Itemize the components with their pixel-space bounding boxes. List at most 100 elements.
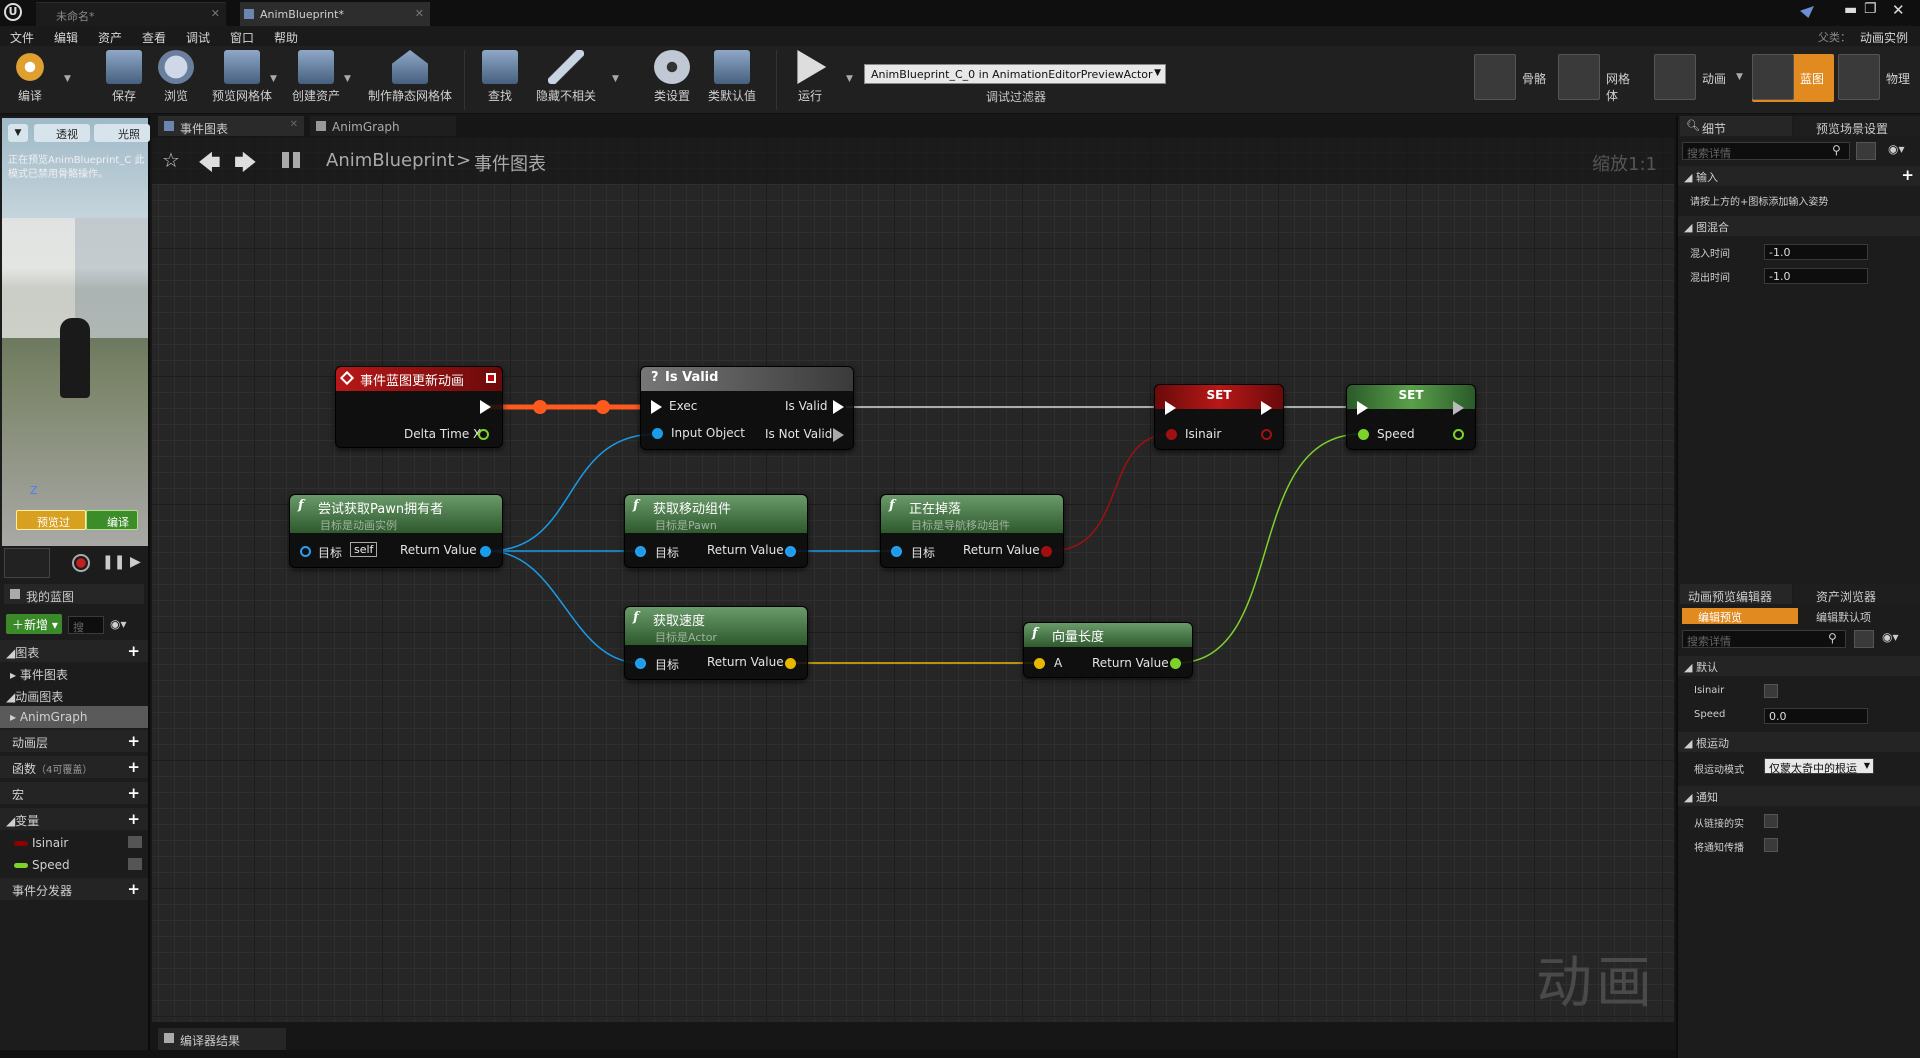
- mode-mesh[interactable]: 网格体: [1558, 54, 1640, 103]
- speed-in-pin[interactable]: [1358, 429, 1369, 440]
- mode-blueprint[interactable]: 蓝图: [1752, 54, 1834, 102]
- event-update-animation-node[interactable]: 事件蓝图更新动画 Delta Time X: [335, 366, 503, 448]
- isinair-out-pin[interactable]: [1261, 429, 1272, 440]
- return-value-pin[interactable]: [480, 546, 491, 557]
- find-button[interactable]: 查找: [470, 50, 530, 110]
- root-motion-mode-select[interactable]: 仅蒙太奇中的根运 ▼: [1764, 758, 1874, 775]
- viewport[interactable]: ▼ 透视 光照 正在预览AnimBlueprint_C 此模式已禁用骨骼操作。 …: [2, 118, 150, 546]
- section-notify[interactable]: ◢ 通知: [1678, 786, 1920, 806]
- eye-icon[interactable]: ◉▾: [110, 617, 127, 631]
- section-root-motion[interactable]: ◢ 根运动: [1678, 732, 1920, 752]
- eye-closed-icon[interactable]: [128, 858, 142, 870]
- asset-browser-tab[interactable]: 资产浏览器: [1794, 584, 1920, 604]
- compile-button[interactable]: 编译: [0, 50, 60, 110]
- set-speed-node[interactable]: SET Speed: [1346, 384, 1476, 450]
- play-button[interactable]: 运行: [780, 50, 840, 110]
- breadcrumb-root[interactable]: AnimBlueprint: [326, 150, 454, 171]
- get-movement-component-node[interactable]: f 获取移动组件 目标是Pawn 目标 Return Value: [624, 494, 808, 568]
- close-window-button[interactable]: ✕: [1892, 1, 1905, 19]
- exec-in-pin[interactable]: [651, 400, 662, 414]
- menu-window[interactable]: 窗口: [230, 29, 254, 46]
- preview-scene-settings-tab[interactable]: 预览场景设置: [1794, 116, 1920, 136]
- maximize-button[interactable]: ❐: [1864, 1, 1877, 17]
- eye-icon[interactable]: ◉▾: [1882, 630, 1899, 644]
- return-value-pin[interactable]: [1041, 546, 1052, 557]
- section-dispatchers[interactable]: 事件分发器 +: [0, 878, 148, 900]
- exec-out-pin[interactable]: [1261, 401, 1272, 415]
- isinair-checkbox[interactable]: [1764, 684, 1778, 698]
- section-default[interactable]: ◢ 默认: [1678, 656, 1920, 676]
- is-valid-out-pin[interactable]: [833, 400, 844, 414]
- return-value-pin[interactable]: [785, 658, 796, 669]
- edit-defaults-toggle[interactable]: 编辑默认项: [1800, 608, 1916, 624]
- make-static-mesh-button[interactable]: 制作静态网格体: [364, 50, 456, 110]
- variable-speed[interactable]: Speed: [0, 854, 148, 876]
- add-function-icon[interactable]: +: [127, 758, 140, 776]
- lit-button[interactable]: 光照: [94, 124, 150, 142]
- self-field[interactable]: self: [350, 542, 378, 557]
- section-anim-layers[interactable]: 动画层 +: [0, 730, 148, 752]
- list-view-icon[interactable]: [1854, 630, 1874, 648]
- mode-skeleton[interactable]: 骨骼: [1474, 54, 1554, 102]
- preview-button[interactable]: 预览过: [16, 510, 86, 530]
- is-not-valid-out-pin[interactable]: [833, 428, 844, 442]
- section-variables[interactable]: ◢变量 +: [0, 808, 148, 830]
- parent-class-value[interactable]: 动画实例: [1860, 29, 1908, 46]
- create-asset-button[interactable]: 创建资产: [286, 50, 346, 110]
- debug-object-select[interactable]: AnimBlueprint_C_0 in AnimationEditorPrev…: [864, 64, 1166, 84]
- class-settings-button[interactable]: 类设置: [642, 50, 702, 110]
- event-delegate-icon[interactable]: [486, 373, 496, 383]
- section-blend[interactable]: ◢ 图混合: [1678, 216, 1920, 236]
- graph-canvas[interactable]: [152, 138, 1674, 1022]
- pause-button[interactable]: ❚❚: [102, 554, 125, 570]
- variable-isinair[interactable]: Isinair: [0, 832, 148, 854]
- compile-small-button[interactable]: 编译: [86, 510, 138, 530]
- source-control-icon[interactable]: [1800, 6, 1814, 18]
- mode-physics[interactable]: 物理: [1838, 54, 1920, 102]
- exec-in-pin[interactable]: [1357, 401, 1368, 415]
- compiler-results-tab[interactable]: 编译器结果: [158, 1028, 286, 1050]
- add-dispatcher-icon[interactable]: +: [127, 880, 140, 898]
- set-isinair-node[interactable]: SET Isinair: [1154, 384, 1284, 450]
- chevron-down-icon[interactable]: ▼: [612, 74, 619, 84]
- back-arrow-icon[interactable]: 🡄: [198, 146, 221, 184]
- forward-arrow-icon[interactable]: 🡆: [234, 146, 257, 184]
- vector-length-node[interactable]: f 向量长度 A Return Value: [1023, 622, 1193, 678]
- notify-propagate-checkbox[interactable]: [1764, 838, 1778, 852]
- anim-preview-editor-tab[interactable]: 动画预览编辑器: [1680, 584, 1792, 604]
- menu-file[interactable]: 文件: [10, 29, 34, 46]
- minimize-button[interactable]: ▬: [1844, 2, 1857, 18]
- menu-debug[interactable]: 调试: [186, 29, 210, 46]
- chevron-down-icon[interactable]: ▼: [270, 74, 277, 84]
- my-blueprint-tab[interactable]: 我的蓝图: [4, 584, 144, 604]
- target-pin[interactable]: [635, 658, 646, 669]
- chevron-down-icon[interactable]: ▼: [64, 74, 71, 84]
- add-input-icon[interactable]: +: [1901, 166, 1914, 184]
- is-valid-node[interactable]: ? Is Valid Exec Is Valid Input Object Is …: [640, 366, 854, 450]
- graph-tab-anim-graph[interactable]: AnimGraph: [310, 116, 456, 136]
- try-get-pawn-owner-node[interactable]: f 尝试获取Pawn拥有者 目标是动画实例 目标 self Return Valu…: [289, 494, 503, 568]
- chevron-down-icon[interactable]: ▼: [1736, 72, 1743, 82]
- add-graph-icon[interactable]: +: [127, 642, 140, 660]
- chevron-down-icon[interactable]: ▼: [344, 74, 351, 84]
- menu-edit[interactable]: 编辑: [54, 29, 78, 46]
- is-falling-node[interactable]: f 正在掉落 目标是导航移动组件 目标 Return Value: [880, 494, 1064, 568]
- target-pin[interactable]: [635, 546, 646, 557]
- list-view-icon[interactable]: [1856, 142, 1876, 160]
- preview-search[interactable]: 搜索详情: [1682, 630, 1846, 648]
- section-inputs[interactable]: ◢ 输入 +: [1678, 166, 1920, 186]
- exec-in-pin[interactable]: [1165, 401, 1176, 415]
- section-graphs[interactable]: ◢图表 +: [0, 640, 148, 662]
- eye-icon[interactable]: ◉▾: [1888, 142, 1905, 156]
- add-variable-icon[interactable]: +: [127, 810, 140, 828]
- blend-out-field[interactable]: -1.0: [1764, 268, 1868, 284]
- input-object-pin[interactable]: [652, 428, 663, 439]
- close-icon[interactable]: ✕: [290, 119, 298, 130]
- tab-animblueprint[interactable]: AnimBlueprint* ✕: [240, 2, 430, 26]
- section-anim-graphs[interactable]: ◢动画图表: [0, 684, 148, 706]
- add-macro-icon[interactable]: +: [127, 784, 140, 802]
- record-button[interactable]: [72, 554, 90, 572]
- mode-animation[interactable]: 动画 ▼: [1654, 54, 1744, 102]
- my-blueprint-search[interactable]: 搜: [68, 616, 104, 634]
- chevron-down-icon[interactable]: ▼: [846, 74, 853, 84]
